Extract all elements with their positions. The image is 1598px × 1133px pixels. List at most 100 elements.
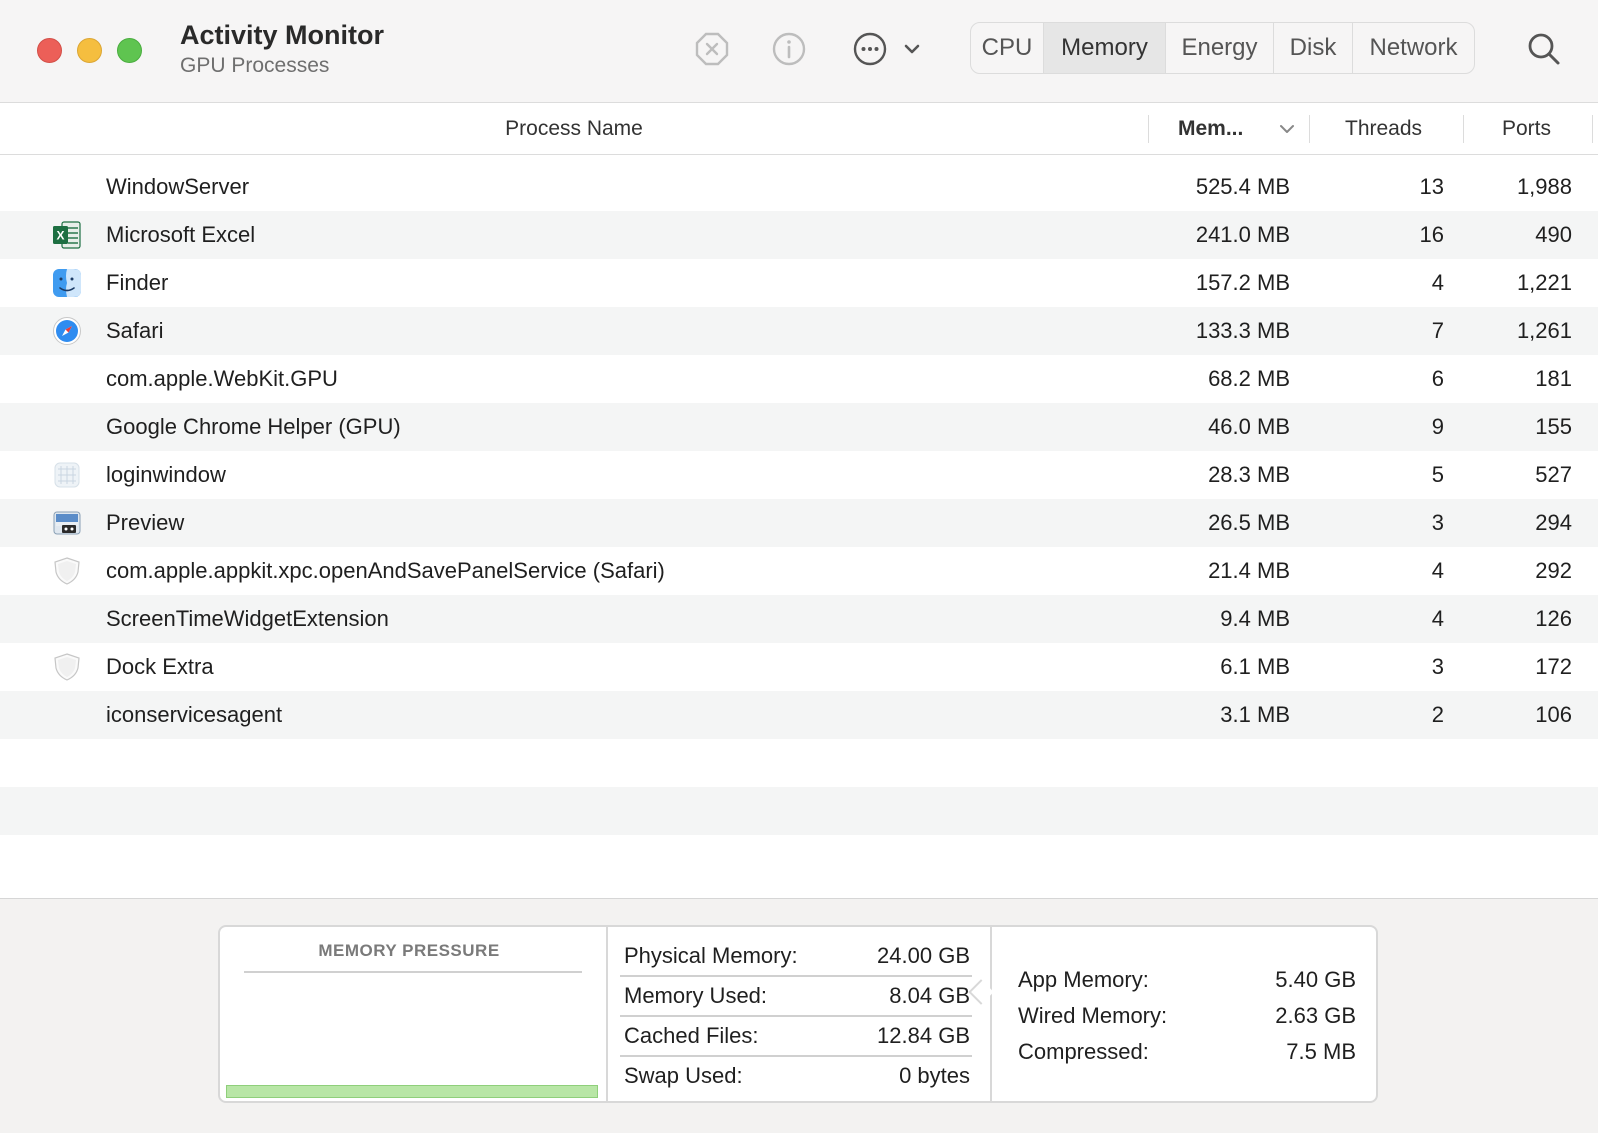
info-icon[interactable] [771,31,807,67]
process-ports: 294 [1535,510,1572,535]
stat-label: Cached Files: [624,1023,759,1048]
table-row[interactable]: iconservicesagent 3.1 MB 2 106 [0,691,1598,739]
table-row[interactable]: com.apple.appkit.xpc.openAndSavePanelSer… [0,547,1598,595]
close-window-button[interactable] [37,38,62,63]
stat-label: Compressed: [1018,1039,1149,1064]
column-header-process-name[interactable]: Process Name [0,103,1148,154]
preview-icon [52,508,82,538]
stat-value: 7.5 MB [1286,1039,1356,1064]
stat-label: Physical Memory: [624,943,798,968]
stat-app-memory: App Memory: 5.40 GB [1018,961,1356,999]
process-table: WindowServer 525.4 MB 13 1,988 X Microso… [0,163,1598,883]
process-threads: 4 [1431,558,1444,583]
process-threads: 16 [1419,222,1444,247]
process-threads: 3 [1431,510,1444,535]
stat-label: Memory Used: [624,983,768,1008]
more-actions-icon[interactable] [852,31,888,67]
stat-swap-used: Swap Used: 0 bytes [624,1057,970,1095]
table-row[interactable]: Google Chrome Helper (GPU) 46.0 MB 9 155 [0,403,1598,451]
tab-energy[interactable]: Energy [1166,23,1274,73]
finder-icon [52,268,82,298]
process-ports: 155 [1535,414,1572,439]
table-row[interactable]: X Microsoft Excel 241.0 MB 16 490 [0,211,1598,259]
process-name: com.apple.WebKit.GPU [106,366,338,391]
tab-cpu[interactable]: CPU [971,23,1044,73]
process-ports: 172 [1535,654,1572,679]
process-memory: 21.4 MB [1208,558,1290,583]
tab-network[interactable]: Network [1353,23,1474,73]
memory-pressure-title: MEMORY PRESSURE [318,941,500,960]
window-title: Activity Monitor [180,20,385,50]
tab-disk[interactable]: Disk [1274,23,1353,73]
table-row[interactable]: Dock Extra 6.1 MB 3 172 [0,643,1598,691]
empty-row [0,739,1598,787]
column-divider[interactable] [1592,115,1593,143]
table-row[interactable]: Safari 133.3 MB 7 1,261 [0,307,1598,355]
stat-wired-memory: Wired Memory: 2.63 GB [1018,997,1356,1035]
process-memory: 133.3 MB [1195,318,1290,343]
process-name: ScreenTimeWidgetExtension [106,606,389,631]
process-threads: 2 [1431,702,1444,727]
process-ports: 181 [1535,366,1572,391]
column-header-threads[interactable]: Threads [1345,103,1422,154]
stat-value: 5.40 GB [1275,967,1356,992]
window-subtitle: GPU Processes [180,54,330,77]
column-divider[interactable] [1309,115,1310,143]
column-divider[interactable] [1148,115,1149,143]
process-name: Microsoft Excel [106,222,256,247]
shield-icon [52,556,82,586]
process-name: WindowServer [106,174,250,199]
process-ports: 1,221 [1516,270,1572,295]
process-ports: 106 [1535,702,1572,727]
process-threads: 9 [1431,414,1444,439]
process-ports: 490 [1535,222,1572,247]
empty-row [0,835,1598,883]
memory-footer: MEMORY PRESSURE Physical Memory: 24.00 G… [0,898,1598,1133]
process-memory: 6.1 MB [1220,654,1290,679]
process-ports: 126 [1535,606,1572,631]
process-memory: 9.4 MB [1220,606,1290,631]
stat-value: 2.63 GB [1275,1003,1356,1028]
search-icon[interactable] [1525,30,1563,68]
process-name: loginwindow [106,462,226,487]
toolbar: Activity Monitor GPU Processes CPU Memor… [0,0,1598,103]
loginwindow-icon [52,460,82,490]
column-header-ports[interactable]: Ports [1502,103,1551,154]
divider [990,927,992,1101]
table-row[interactable]: ScreenTimeWidgetExtension 9.4 MB 4 126 [0,595,1598,643]
table-row[interactable]: loginwindow 28.3 MB 5 527 [0,451,1598,499]
column-header-memory[interactable]: Mem... [1178,103,1243,154]
process-memory: 28.3 MB [1208,462,1290,487]
process-name: Google Chrome Helper (GPU) [106,414,401,439]
process-memory: 46.0 MB [1208,414,1290,439]
table-row[interactable]: Finder 157.2 MB 4 1,221 [0,259,1598,307]
process-threads: 4 [1431,270,1444,295]
process-ports: 1,261 [1516,318,1572,343]
minimize-window-button[interactable] [77,38,102,63]
chevron-down-icon[interactable] [902,40,922,58]
stat-physical-memory: Physical Memory: 24.00 GB [624,937,970,975]
process-threads: 13 [1419,174,1444,199]
process-memory: 525.4 MB [1195,174,1290,199]
stop-process-icon[interactable] [694,31,730,67]
stat-value: 12.84 GB [877,1023,970,1048]
excel-icon: X [52,220,82,250]
tab-memory[interactable]: Memory [1044,23,1166,73]
stat-label: Wired Memory: [1018,1003,1168,1028]
process-threads: 6 [1431,366,1444,391]
process-memory: 68.2 MB [1208,366,1290,391]
table-row[interactable]: Preview 26.5 MB 3 294 [0,499,1598,547]
sort-descending-icon[interactable] [1278,121,1296,137]
table-row[interactable]: WindowServer 525.4 MB 13 1,988 [0,163,1598,211]
stat-memory-used: Memory Used: 8.04 GB [624,977,970,1015]
process-threads: 7 [1431,318,1444,343]
process-name: Safari [106,318,164,343]
empty-row [0,787,1598,835]
column-divider[interactable] [1463,115,1464,143]
table-row[interactable]: com.apple.WebKit.GPU 68.2 MB 6 181 [0,355,1598,403]
memory-pressure-graph [226,1085,598,1098]
stat-value: 8.04 GB [889,983,970,1008]
view-tabs: CPU Memory Energy Disk Network [970,22,1475,74]
zoom-window-button[interactable] [117,38,142,63]
process-ports: 292 [1535,558,1572,583]
